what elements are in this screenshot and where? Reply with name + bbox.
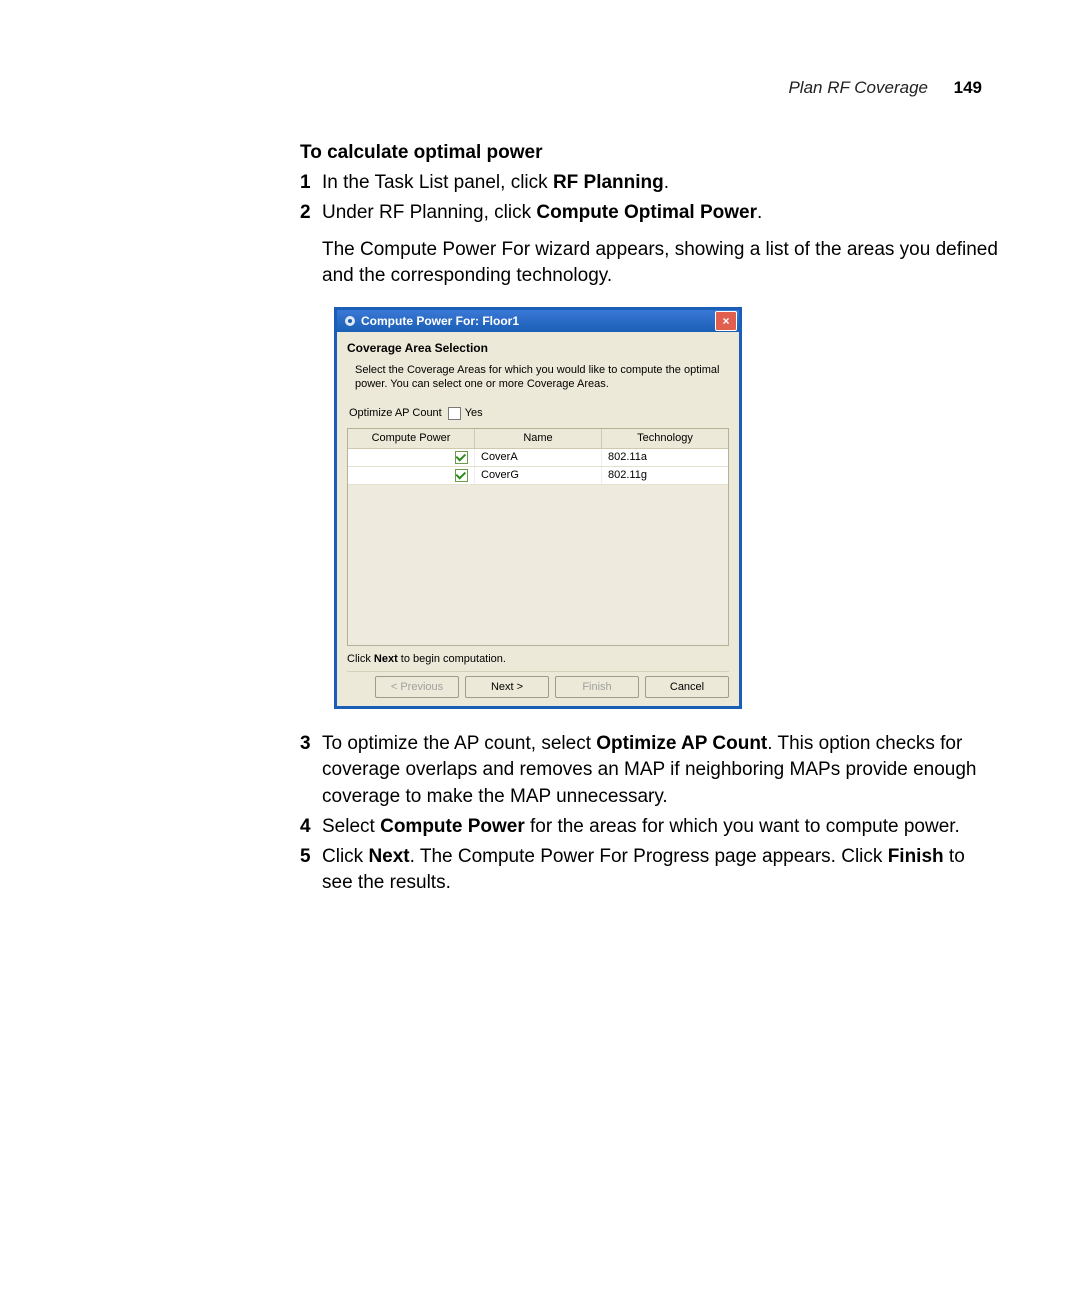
coverage-table: Compute Power Name Technology CoverA 802…: [347, 428, 729, 647]
running-header-section: Plan RF Coverage: [788, 78, 928, 98]
dialog-screenshot: Compute Power For: Floor1 × Coverage Are…: [334, 307, 1000, 709]
step-text: Click Next. The Compute Power For Progre…: [322, 844, 1000, 896]
table-row[interactable]: CoverG 802.11g: [348, 467, 728, 485]
optimize-ap-count-label: Optimize AP Count: [349, 406, 442, 421]
optimize-ap-count-value: Yes: [465, 406, 483, 421]
finish-button[interactable]: Finish: [555, 676, 639, 698]
col-name: Name: [475, 429, 602, 448]
cancel-button[interactable]: Cancel: [645, 676, 729, 698]
table-header: Compute Power Name Technology: [348, 429, 728, 449]
dialog-hint: Click Next to begin computation.: [347, 652, 729, 667]
document-page: Plan RF Coverage 149 To calculate optima…: [0, 0, 1080, 1296]
step-text: Under RF Planning, click Compute Optimal…: [322, 200, 1000, 289]
step-text: To optimize the AP count, select Optimiz…: [322, 731, 1000, 810]
body-content: To calculate optimal power 1 In the Task…: [300, 140, 1000, 897]
dialog-button-row: < Previous Next > Finish Cancel: [347, 671, 729, 700]
table-row[interactable]: CoverA 802.11a: [348, 449, 728, 467]
step-2-paragraph: The Compute Power For wizard appears, sh…: [322, 239, 998, 286]
step-list: 1 In the Task List panel, click RF Plann…: [300, 170, 1000, 289]
step-2: 2 Under RF Planning, click Compute Optim…: [300, 200, 1000, 289]
app-icon: [343, 314, 357, 328]
step-5: 5 Click Next. The Compute Power For Prog…: [300, 844, 1000, 896]
row-checkbox[interactable]: [455, 451, 468, 464]
compute-power-dialog: Compute Power For: Floor1 × Coverage Are…: [334, 307, 742, 709]
step-text: Select Compute Power for the areas for w…: [322, 814, 1000, 840]
step-3: 3 To optimize the AP count, select Optim…: [300, 731, 1000, 810]
dialog-description: Select the Coverage Areas for which you …: [355, 363, 729, 393]
running-header-page: 149: [954, 78, 982, 98]
dialog-section-title: Coverage Area Selection: [347, 340, 729, 357]
row-tech: 802.11g: [602, 467, 728, 484]
row-name: CoverA: [475, 449, 602, 466]
col-compute-power: Compute Power: [348, 429, 475, 448]
step-text: In the Task List panel, click RF Plannin…: [322, 170, 1000, 196]
dialog-title: Compute Power For: Floor1: [361, 313, 519, 330]
col-technology: Technology: [602, 429, 728, 448]
step-number: 4: [300, 814, 322, 840]
step-number: 2: [300, 200, 322, 289]
optimize-ap-count-row: Optimize AP Count Yes: [349, 406, 729, 421]
row-checkbox[interactable]: [455, 469, 468, 482]
step-number: 5: [300, 844, 322, 896]
optimize-ap-count-checkbox[interactable]: [448, 407, 461, 420]
table-empty-area: [348, 485, 728, 645]
close-icon: ×: [722, 315, 729, 327]
step-number: 3: [300, 731, 322, 810]
next-button[interactable]: Next >: [465, 676, 549, 698]
dialog-body: Coverage Area Selection Select the Cover…: [337, 332, 739, 706]
step-4: 4 Select Compute Power for the areas for…: [300, 814, 1000, 840]
procedure-heading: To calculate optimal power: [300, 140, 1000, 166]
dialog-titlebar: Compute Power For: Floor1 ×: [337, 310, 739, 332]
step-list-continued: 3 To optimize the AP count, select Optim…: [300, 731, 1000, 896]
previous-button[interactable]: < Previous: [375, 676, 459, 698]
row-name: CoverG: [475, 467, 602, 484]
step-number: 1: [300, 170, 322, 196]
row-tech: 802.11a: [602, 449, 728, 466]
close-button[interactable]: ×: [715, 311, 737, 331]
step-1: 1 In the Task List panel, click RF Plann…: [300, 170, 1000, 196]
